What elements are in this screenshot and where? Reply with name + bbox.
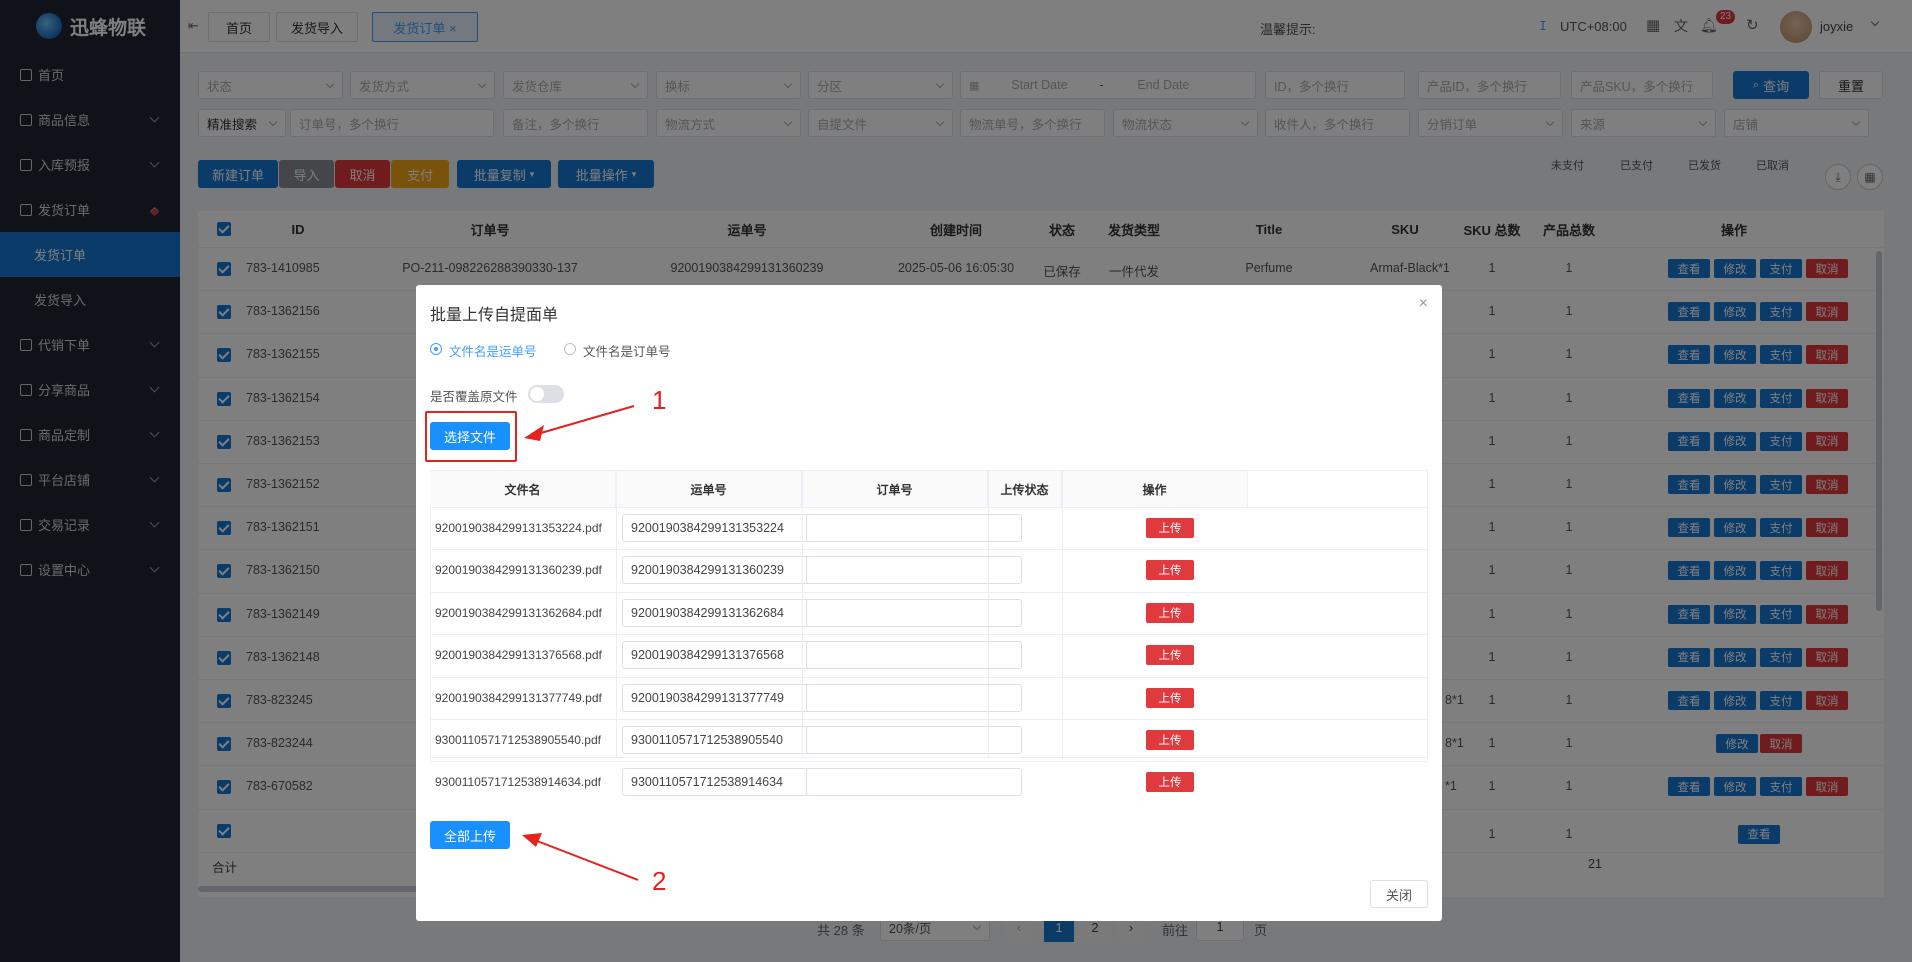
annotation-arrowhead-1 xyxy=(524,425,544,441)
annotation-arrowhead-2 xyxy=(522,833,542,847)
annotation-arrow-2 xyxy=(531,838,639,881)
annotation-number-1: 1 xyxy=(652,385,667,415)
annotation-number-2: 2 xyxy=(652,866,667,896)
annotation-arrow-1 xyxy=(533,405,635,436)
annotation-arrows xyxy=(522,405,639,881)
upload-dialog: 批量上传自提面单 × 文件名是运单号 文件名是订单号 是否覆盖原文件 选择文件 … xyxy=(416,285,1442,921)
